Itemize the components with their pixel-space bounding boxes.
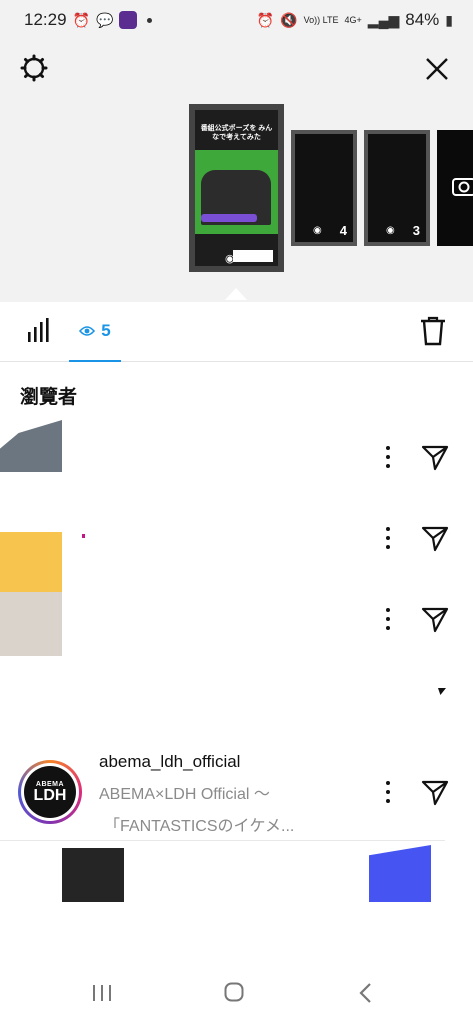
alarm-icon: ⏰ xyxy=(72,11,90,28)
story-thumbnail-selected[interactable]: 番組公式ポーズを みんなで考えてみた ◉ xyxy=(189,104,284,272)
notification-dot-icon xyxy=(147,17,153,23)
redacted-avatar xyxy=(369,845,431,902)
row-actions xyxy=(385,605,449,633)
story-thumbnail-2[interactable]: ◉ 4 xyxy=(291,130,357,246)
status-bar: 12:29 ⏰ 💬 ⏰ 🔇 Vo)) LTE 4G+ ▂▄▆ 84% ▮ xyxy=(0,0,473,40)
more-vertical-icon[interactable] xyxy=(385,446,391,468)
story-note xyxy=(233,250,273,262)
viewer-note: 「FANTASTICSのイケメ... xyxy=(104,818,295,835)
battery-percent: 84% xyxy=(405,10,440,29)
viewer-username[interactable]: abema_ldh_official xyxy=(99,752,240,772)
eye-icon: ◉ xyxy=(386,225,395,236)
recent-apps-icon[interactable] xyxy=(92,984,112,1002)
redacted-mark xyxy=(82,534,85,538)
volte-indicator: Vo)) LTE xyxy=(303,14,339,25)
eye-icon: ◉ xyxy=(313,225,322,236)
status-time: 12:29 xyxy=(24,10,67,29)
selected-story-pointer xyxy=(225,288,247,300)
send-icon[interactable] xyxy=(421,605,449,633)
eye-icon xyxy=(79,326,96,336)
chat-icon: 💬 xyxy=(95,11,114,28)
avatar-logo: ABEMA LDH xyxy=(24,766,76,818)
story-view-count: 3 xyxy=(412,223,420,238)
mute-icon: 🔇 xyxy=(280,11,298,28)
battery-icon: ▮ xyxy=(445,11,453,28)
redacted-avatar xyxy=(0,420,62,472)
network-type: 4G+ xyxy=(344,14,362,25)
close-icon[interactable] xyxy=(424,56,450,82)
row-actions xyxy=(385,443,449,471)
send-icon[interactable] xyxy=(421,443,449,471)
story-view-count: 4 xyxy=(339,223,347,238)
row-actions xyxy=(385,524,449,552)
more-vertical-icon[interactable] xyxy=(385,527,391,549)
redacted-avatar xyxy=(62,848,124,902)
tab-viewers[interactable]: 5 xyxy=(69,302,121,362)
signal-icon: ▂▄▆ xyxy=(367,11,400,28)
app-badge-icon xyxy=(119,11,138,29)
send-icon[interactable] xyxy=(421,524,449,552)
back-icon[interactable] xyxy=(358,982,372,1004)
redacted-mark xyxy=(438,688,446,695)
avatar-logo-line2: LDH xyxy=(33,786,67,804)
divider xyxy=(0,840,445,841)
insights-tabs: 5 xyxy=(0,302,473,362)
gear-icon[interactable] xyxy=(20,54,48,82)
viewer-row[interactable]: ABEMA LDH abema_ldh_official ABEMA×LDH O… xyxy=(0,744,473,836)
story-header: 番組公式ポーズを みんなで考えてみた ◉ ◉ 4 ◉ 3 xyxy=(0,40,473,302)
alarm-icon-right: ⏰ xyxy=(256,11,275,28)
redacted-avatar xyxy=(0,532,62,592)
redacted-avatar xyxy=(0,592,62,656)
camera-icon xyxy=(452,178,473,196)
viewers-section-title: 瀏覽者 xyxy=(20,387,78,408)
home-icon[interactable] xyxy=(224,982,244,1002)
story-thumbnail-3[interactable]: ◉ 3 xyxy=(364,130,430,246)
eye-icon: ◉ xyxy=(225,253,235,265)
avatar[interactable]: ABEMA LDH xyxy=(18,760,82,824)
bar-chart-icon[interactable] xyxy=(28,318,50,342)
story-caption xyxy=(201,214,257,222)
add-story-camera[interactable] xyxy=(437,130,473,246)
more-vertical-icon[interactable] xyxy=(385,608,391,630)
row-actions xyxy=(385,778,449,806)
story-title: 番組公式ポーズを みんなで考えてみた xyxy=(200,125,273,141)
trash-icon[interactable] xyxy=(420,316,446,346)
viewers-count: 5 xyxy=(101,321,111,340)
more-vertical-icon[interactable] xyxy=(385,781,391,803)
send-icon[interactable] xyxy=(421,778,449,806)
system-navbar xyxy=(0,960,473,1024)
viewer-fullname: ABEMA×LDH Official ～ xyxy=(99,786,270,803)
